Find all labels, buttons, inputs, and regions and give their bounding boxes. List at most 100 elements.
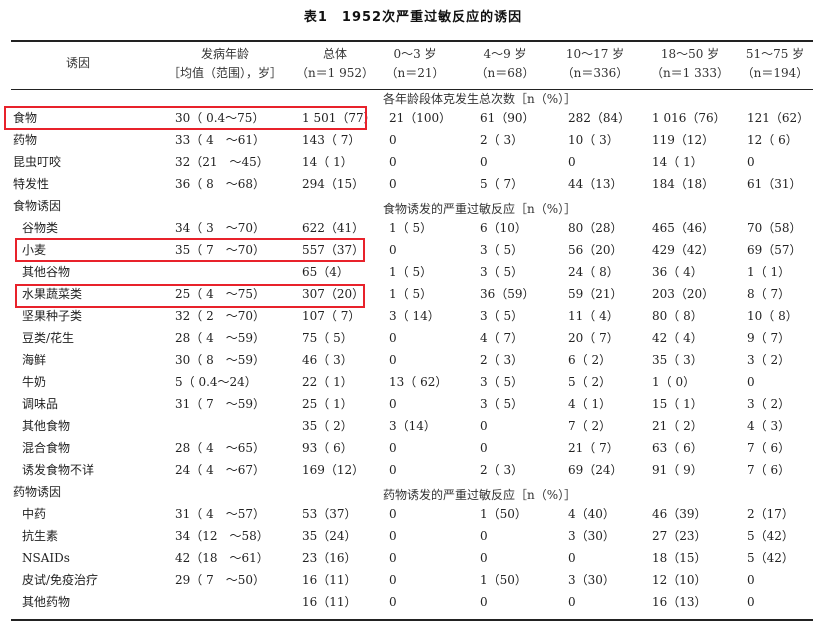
cell-c: 7（ 2） — [568, 419, 612, 433]
cell-age: 28（ 4 ～59） — [175, 331, 265, 345]
cell-e: 70（58） — [747, 221, 802, 235]
cell-age: 32（21 ～45） — [175, 155, 269, 169]
cell-a: 0 — [389, 353, 397, 367]
table-row: 中药 31（ 4 ～57） 53（37） 0 1（50） 4（40） 46（39） 2（17） — [0, 504, 826, 526]
cell-c: 0 — [568, 155, 576, 169]
cell-d: 42（ 4） — [652, 331, 703, 345]
cell-c: 44（13） — [568, 177, 623, 191]
cell-name: 中药 — [22, 507, 47, 521]
cell-a: 0 — [389, 551, 397, 565]
cell-d: 12（10） — [652, 573, 707, 587]
cell-d: 36（ 4） — [652, 265, 703, 279]
cell-b: 3（ 5） — [480, 375, 524, 389]
cell-b: 6（10） — [480, 221, 527, 235]
table-row: 其他药物 16（11） 0 0 0 16（13） 0 — [0, 592, 826, 614]
section-overall: 各年龄段体克发生总次数［n（%）］ — [383, 92, 577, 106]
cell-b: 3（ 5） — [480, 265, 524, 279]
header-age-line2: ［均值（范围），岁］ — [167, 66, 282, 80]
cell-b: 3（ 5） — [480, 397, 524, 411]
cell-name: 药物诱因 — [13, 485, 62, 499]
cell-name: 食物诱因 — [13, 199, 62, 213]
cell-b: 1（50） — [480, 507, 527, 521]
cell-e: 7（ 6） — [747, 463, 791, 477]
cell-c: 56（20） — [568, 243, 623, 257]
cell-age: 5（ 0.4～24） — [175, 375, 257, 389]
cell-c: 5（ 2） — [568, 375, 612, 389]
cell-name: NSAIDs — [22, 551, 70, 565]
cell-d: 203（20） — [652, 287, 715, 301]
cell-d: 35（ 3） — [652, 353, 703, 367]
table-row: 牛奶 5（ 0.4～24） 22（ 1） 13（ 62） 3（ 5） 5（ 2） 1（ 0）… — [0, 372, 826, 394]
cell-d: 27（23） — [652, 529, 707, 543]
cell-d: 14（ 1） — [652, 155, 703, 169]
header-age-18-50-line1: 18～50 岁 — [660, 47, 720, 61]
table-title: 表1 1952次严重过敏反应的诱因 — [303, 10, 523, 25]
cell-total: 35（ 2） — [302, 419, 353, 433]
header-total-line1: 总体 — [322, 47, 347, 61]
cell-a: 1（ 5） — [389, 287, 433, 301]
cell-c: 4（ 1） — [568, 397, 612, 411]
table-row: 海鲜 30（ 8 ～59） 46（ 3） 0 2（ 3） 6（ 2） 35（ 3） 3（ 2） — [0, 350, 826, 372]
cell-total: 143（ 7） — [302, 133, 361, 147]
cell-total: 14（ 1） — [302, 155, 353, 169]
cell-b: 3（ 5） — [480, 309, 524, 323]
table-row: 豆类/花生 28（ 4 ～59） 75（ 5） 0 4（ 7） 20（ 7） 42（ 4） 9… — [0, 328, 826, 350]
cell-c: 0 — [568, 595, 576, 609]
cell-d: 63（ 6） — [652, 441, 703, 455]
cell-total: 294（15） — [302, 177, 365, 191]
cell-a: 21（100） — [389, 111, 452, 125]
cell-c: 59（21） — [568, 287, 623, 301]
cell-d: 1（ 0） — [652, 375, 696, 389]
cell-e: 1（ 1） — [747, 265, 791, 279]
cell-d: 21（ 2） — [652, 419, 703, 433]
cell-total: 23（16） — [302, 551, 357, 565]
cell-total: 169（12） — [302, 463, 365, 477]
cell-total: 75（ 5） — [302, 331, 353, 345]
cell-a: 13（ 62） — [389, 375, 448, 389]
cell-b: 2（ 3） — [480, 463, 524, 477]
cell-a: 1（ 5） — [389, 221, 433, 235]
cell-name: 谷物类 — [22, 221, 59, 235]
cell-a: 0 — [389, 573, 397, 587]
cell-age: 33（ 4 ～61） — [175, 133, 265, 147]
cell-total: 46（ 3） — [302, 353, 353, 367]
cell-d: 465（46） — [652, 221, 715, 235]
cell-a: 0 — [389, 595, 397, 609]
table-row: 食物诱因 — [0, 196, 826, 218]
cell-a: 0 — [389, 529, 397, 543]
header-age-51-75-line1: 51～75 岁 — [745, 47, 805, 61]
cell-e: 0 — [747, 573, 755, 587]
cell-a: 0 — [389, 331, 397, 345]
cell-total: 107（ 7） — [302, 309, 361, 323]
cell-age: 30（ 8 ～59） — [175, 353, 265, 367]
cell-c: 3（30） — [568, 529, 615, 543]
cell-d: 91（ 9） — [652, 463, 703, 477]
cell-total: 22（ 1） — [302, 375, 353, 389]
cell-a: 3（14） — [389, 419, 436, 433]
cell-a: 0 — [389, 507, 397, 521]
cell-d: 18（15） — [652, 551, 707, 565]
cell-d: 46（39） — [652, 507, 707, 521]
cell-name: 抗生素 — [22, 529, 59, 543]
header-age-4-9-line2: （n＝68） — [475, 66, 535, 80]
table-row: 其他食物 35（ 2） 3（14） 0 7（ 2） 21（ 2） 4（ 3） — [0, 416, 826, 438]
cell-name: 坚果种子类 — [22, 309, 83, 323]
cell-total: 622（41） — [302, 221, 365, 235]
cell-name: 牛奶 — [22, 375, 47, 389]
cell-total: 53（37） — [302, 507, 357, 521]
cell-d: 15（ 1） — [652, 397, 703, 411]
highlight-box-wheat — [15, 238, 365, 262]
cell-age: 31（ 4 ～57） — [175, 507, 265, 521]
cell-name: 豆类/花生 — [22, 331, 75, 345]
cell-total: 16（11） — [302, 573, 357, 587]
cell-c: 10（ 3） — [568, 133, 619, 147]
cell-c: 20（ 7） — [568, 331, 619, 345]
cell-age: 24（ 4 ～67） — [175, 463, 265, 477]
cell-a: 0 — [389, 177, 397, 191]
cell-d: 119（12） — [652, 133, 715, 147]
cell-age: 34（12 ～58） — [175, 529, 269, 543]
table-row: 抗生素 34（12 ～58） 35（24） 0 0 3（30） 27（23） 5（42） — [0, 526, 826, 548]
cell-d: 80（ 8） — [652, 309, 703, 323]
table-row: 其他谷物 65（4） 1（ 5） 3（ 5） 24（ 8） 36（ 4） 1（ 1） — [0, 262, 826, 284]
cell-age: 42（18 ～61） — [175, 551, 269, 565]
